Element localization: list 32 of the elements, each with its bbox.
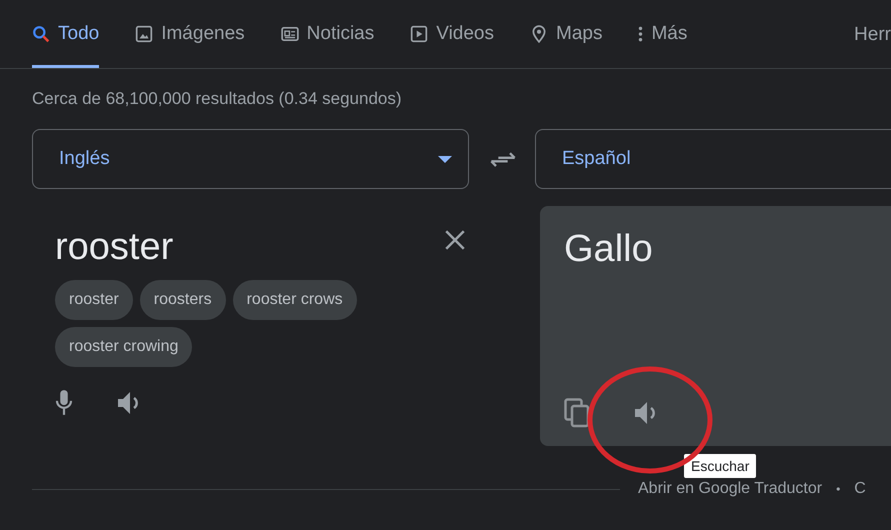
microphone-icon[interactable] [55,389,73,417]
source-text[interactable]: rooster [55,224,445,270]
search-tab[interactable]: Noticias [280,2,374,68]
suggestion-chip[interactable]: rooster [55,280,133,320]
search-tab[interactable]: Videos [410,2,494,68]
separator-dot: • [836,482,840,496]
suggestion-chip[interactable]: rooster crowing [55,327,192,367]
search-tab[interactable]: Todo [32,2,100,68]
suggestion-chip[interactable]: roosters [140,280,226,320]
translation-text: Gallo [564,227,654,272]
search-tab[interactable]: Maps [530,2,602,68]
target-language-select[interactable]: Español [535,129,891,189]
close-icon[interactable] [445,230,465,250]
footer-link[interactable]: Abrir en Google Traductor [638,480,822,498]
search-icon [32,24,50,42]
search-tab[interactable]: Más [638,2,688,68]
tooltip: Escuchar [684,454,756,478]
map-pin-icon [530,24,548,42]
more-icon [638,24,644,42]
footer-link[interactable]: C [854,480,866,498]
language-label: Español [562,148,632,170]
video-icon [410,24,428,42]
caret-icon [438,156,452,162]
tools-link[interactable]: Herr [854,2,891,68]
suggestion-chip[interactable]: rooster crows [232,280,357,320]
image-icon [135,24,154,42]
copy-icon[interactable] [564,398,590,428]
search-tab[interactable]: Imágenes [135,2,245,68]
source-language-select[interactable]: Inglés [32,129,469,189]
language-label: Inglés [59,148,111,170]
result-stats: Cerca de 68,100,000 resultados (0.34 segundos) [31,88,403,109]
news-icon [280,24,299,42]
